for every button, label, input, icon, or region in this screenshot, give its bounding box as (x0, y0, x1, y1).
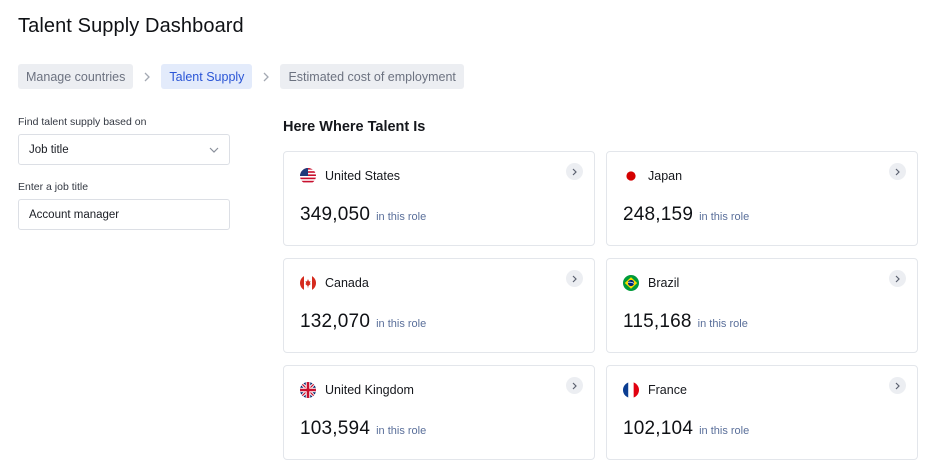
chevron-right-icon[interactable] (889, 377, 906, 394)
talent-count-value: 102,104 (623, 418, 694, 439)
card-header: United States (300, 168, 400, 184)
chevron-right-icon[interactable] (889, 163, 906, 180)
card-header: Brazil (623, 275, 679, 291)
brazil-flag-icon (623, 275, 639, 291)
talent-count-value: 132,070 (300, 311, 371, 332)
uk-flag-icon (300, 382, 316, 398)
country-name: United Kingdom (325, 383, 414, 397)
talent-count-value: 103,594 (300, 418, 371, 439)
japan-flag-icon (623, 168, 639, 184)
country-name: France (648, 383, 687, 397)
job-title-label: Enter a job title (18, 181, 89, 193)
france-flag-icon (623, 382, 639, 398)
country-card-united-kingdom[interactable]: United Kingdom 103,594 in this role (283, 365, 595, 460)
basis-select-value: Job title (29, 143, 69, 156)
talent-supply-page: Talent Supply Dashboard Manage countries… (0, 0, 932, 467)
talent-count: 115,168 in this role (623, 311, 748, 333)
canada-flag-icon (300, 275, 316, 291)
basis-select[interactable]: Job title (18, 134, 230, 165)
page-title: Talent Supply Dashboard (18, 15, 244, 37)
card-header: United Kingdom (300, 382, 414, 398)
card-header: France (623, 382, 687, 398)
country-card-brazil[interactable]: Brazil 115,168 in this role (606, 258, 918, 353)
country-card-canada[interactable]: Canada 132,070 in this role (283, 258, 595, 353)
chevron-right-icon (133, 72, 161, 82)
talent-count: 248,159 in this role (623, 204, 749, 226)
talent-count-suffix: in this role (699, 425, 750, 437)
talent-count: 132,070 in this role (300, 311, 426, 333)
chevron-right-icon[interactable] (566, 270, 583, 287)
results-title: Here Where Talent Is (283, 119, 426, 135)
job-title-input[interactable] (18, 199, 230, 230)
chevron-right-icon[interactable] (889, 270, 906, 287)
us-flag-icon (300, 168, 316, 184)
country-name: Canada (325, 276, 369, 290)
chevron-right-icon[interactable] (566, 163, 583, 180)
talent-count-value: 248,159 (623, 204, 694, 225)
card-header: Canada (300, 275, 369, 291)
chevron-right-icon[interactable] (566, 377, 583, 394)
country-card-japan[interactable]: Japan 248,159 in this role (606, 151, 918, 246)
basis-label: Find talent supply based on (18, 116, 147, 128)
talent-count-value: 349,050 (300, 204, 371, 225)
country-card-united-states[interactable]: United States 349,050 in this role (283, 151, 595, 246)
country-name: Japan (648, 169, 683, 183)
country-name: United States (325, 169, 401, 183)
talent-count-suffix: in this role (376, 318, 427, 330)
country-card-france[interactable]: France 102,104 in this role (606, 365, 918, 460)
card-header: Japan (623, 168, 682, 184)
talent-count-suffix: in this role (697, 318, 748, 330)
talent-count: 349,050 in this role (300, 204, 426, 226)
talent-count-suffix: in this role (376, 211, 427, 223)
talent-count: 103,594 in this role (300, 418, 426, 440)
talent-count: 102,104 in this role (623, 418, 749, 440)
breadcrumb-talent-supply[interactable]: Talent Supply (161, 64, 253, 89)
chevron-right-icon (252, 72, 280, 82)
talent-count-value: 115,168 (623, 311, 692, 332)
talent-count-suffix: in this role (376, 425, 427, 437)
chevron-down-icon (209, 147, 219, 153)
breadcrumb-estimated-cost[interactable]: Estimated cost of employment (280, 64, 464, 89)
talent-count-suffix: in this role (699, 211, 750, 223)
country-name: Brazil (648, 276, 680, 290)
breadcrumb-manage-countries[interactable]: Manage countries (18, 64, 134, 89)
breadcrumb: Manage countries Talent Supply Estimated… (18, 64, 464, 89)
country-card-grid: United States 349,050 in this role Japan (283, 151, 918, 460)
